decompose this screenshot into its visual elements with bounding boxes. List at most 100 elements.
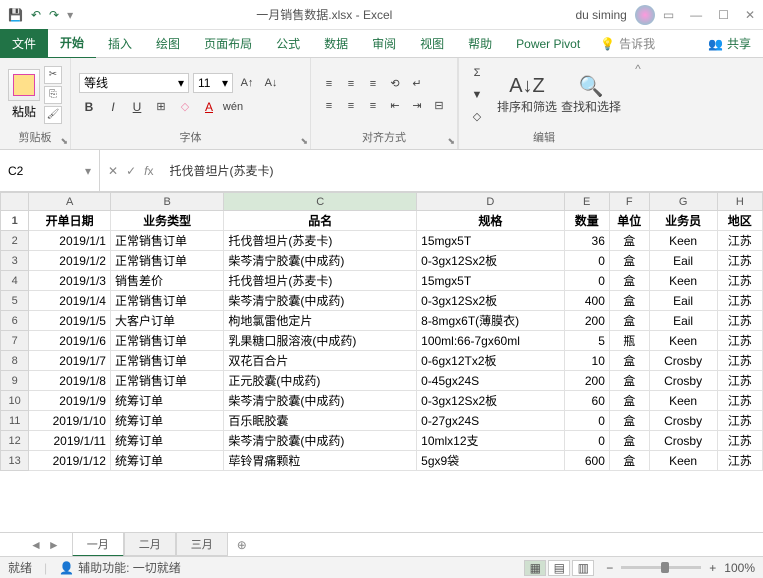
row-header[interactable]: 9 bbox=[1, 371, 29, 391]
tab-draw[interactable]: 绘图 bbox=[144, 29, 192, 58]
cell[interactable]: 15mgx5T bbox=[417, 271, 564, 291]
sheet-tab-feb[interactable]: 二月 bbox=[124, 533, 176, 556]
cell[interactable]: 规格 bbox=[417, 211, 564, 231]
row-header[interactable]: 6 bbox=[1, 311, 29, 331]
cell[interactable]: 业务员 bbox=[649, 211, 717, 231]
cell[interactable]: 2019/1/11 bbox=[29, 431, 111, 451]
row-header[interactable]: 4 bbox=[1, 271, 29, 291]
cell[interactable]: 开单日期 bbox=[29, 211, 111, 231]
cell[interactable]: 8-8mgx6T(薄膜衣) bbox=[417, 311, 564, 331]
cell[interactable]: 0 bbox=[564, 411, 609, 431]
cell[interactable]: Crosby bbox=[649, 351, 717, 371]
row-header[interactable]: 1 bbox=[1, 211, 29, 231]
zoom-level[interactable]: 100% bbox=[724, 561, 755, 575]
cell[interactable]: 江苏 bbox=[717, 231, 762, 251]
tab-insert[interactable]: 插入 bbox=[96, 29, 144, 58]
col-header[interactable]: G bbox=[649, 193, 717, 211]
cell[interactable]: 百乐眠胶囊 bbox=[224, 411, 417, 431]
phonetic-button[interactable]: wén bbox=[223, 97, 243, 117]
cell[interactable]: 柴芩清宁胶囊(中成药) bbox=[224, 291, 417, 311]
dialog-launcher-icon[interactable]: ⬊ bbox=[447, 136, 455, 147]
align-left-icon[interactable]: ≡ bbox=[319, 96, 339, 116]
share-label[interactable]: 共享 bbox=[727, 35, 751, 52]
cell[interactable]: 5 bbox=[564, 331, 609, 351]
tab-powerpivot[interactable]: Power Pivot bbox=[504, 31, 592, 57]
cell[interactable]: 大客户订单 bbox=[110, 311, 223, 331]
wrap-text-icon[interactable]: ↵ bbox=[407, 74, 427, 94]
cell[interactable]: Eail bbox=[649, 311, 717, 331]
cell[interactable]: 5gx9袋 bbox=[417, 451, 564, 471]
cell[interactable]: 正常销售订单 bbox=[110, 331, 223, 351]
row-header[interactable]: 2 bbox=[1, 231, 29, 251]
cell[interactable]: 盒 bbox=[609, 431, 649, 451]
row-header[interactable]: 7 bbox=[1, 331, 29, 351]
cell[interactable]: 品名 bbox=[224, 211, 417, 231]
col-header[interactable]: B bbox=[110, 193, 223, 211]
fill-icon[interactable]: ▼ bbox=[467, 85, 487, 105]
cell[interactable]: 2019/1/10 bbox=[29, 411, 111, 431]
align-right-icon[interactable]: ≡ bbox=[363, 96, 383, 116]
cell[interactable]: 2019/1/6 bbox=[29, 331, 111, 351]
cell[interactable]: 盒 bbox=[609, 451, 649, 471]
font-color-button[interactable]: A bbox=[199, 97, 219, 117]
cell[interactable]: 江苏 bbox=[717, 411, 762, 431]
cell[interactable]: 10mlx12支 bbox=[417, 431, 564, 451]
enter-formula-icon[interactable]: ✓ bbox=[126, 164, 136, 178]
row-header[interactable]: 11 bbox=[1, 411, 29, 431]
cell[interactable]: 0-45gx24S bbox=[417, 371, 564, 391]
increase-indent-icon[interactable]: ⇥ bbox=[407, 96, 427, 116]
cell[interactable]: 柴芩清宁胶囊(中成药) bbox=[224, 391, 417, 411]
col-header[interactable]: A bbox=[29, 193, 111, 211]
select-all[interactable] bbox=[1, 193, 29, 211]
tellme-label[interactable]: 告诉我 bbox=[619, 35, 655, 52]
font-name-combo[interactable]: 等线▾ bbox=[79, 73, 189, 93]
cell[interactable]: 盒 bbox=[609, 271, 649, 291]
zoom-out-icon[interactable]: − bbox=[606, 561, 613, 575]
paste-button[interactable]: 粘贴 bbox=[8, 69, 40, 120]
tab-file[interactable]: 文件 bbox=[0, 29, 48, 58]
cell[interactable]: 15mgx5T bbox=[417, 231, 564, 251]
font-size-combo[interactable]: 11▾ bbox=[193, 73, 233, 93]
accessibility-icon[interactable]: 👤 bbox=[59, 561, 74, 575]
fx-icon[interactable]: fx bbox=[144, 164, 153, 178]
cell[interactable]: 江苏 bbox=[717, 451, 762, 471]
sort-filter-button[interactable]: A↓Z 排序和筛选 bbox=[497, 74, 557, 115]
align-bottom-icon[interactable]: ≡ bbox=[363, 74, 383, 94]
name-box[interactable]: C2▾ bbox=[0, 150, 100, 191]
clear-icon[interactable]: ◇ bbox=[467, 107, 487, 127]
collapse-ribbon-icon[interactable]: ^ bbox=[629, 58, 647, 149]
tab-layout[interactable]: 页面布局 bbox=[192, 29, 264, 58]
sheet-tab-jan[interactable]: 一月 bbox=[72, 533, 124, 557]
cell[interactable]: 盒 bbox=[609, 351, 649, 371]
format-painter-icon[interactable]: 🖌 bbox=[44, 106, 62, 124]
decrease-font-icon[interactable]: A↓ bbox=[261, 73, 281, 93]
redo-icon[interactable]: ↷ bbox=[49, 8, 59, 22]
cell[interactable]: 江苏 bbox=[717, 371, 762, 391]
cell[interactable]: 双花百合片 bbox=[224, 351, 417, 371]
cell[interactable]: 正常销售订单 bbox=[110, 371, 223, 391]
cell[interactable]: 盒 bbox=[609, 311, 649, 331]
save-icon[interactable]: 💾 bbox=[8, 8, 23, 22]
cell[interactable]: 2019/1/2 bbox=[29, 251, 111, 271]
cell[interactable]: 200 bbox=[564, 311, 609, 331]
close-icon[interactable]: ✕ bbox=[745, 8, 755, 22]
align-top-icon[interactable]: ≡ bbox=[319, 74, 339, 94]
cell[interactable]: 盒 bbox=[609, 391, 649, 411]
cell[interactable]: Keen bbox=[649, 391, 717, 411]
bold-button[interactable]: B bbox=[79, 97, 99, 117]
cell[interactable]: 统筹订单 bbox=[110, 411, 223, 431]
cell[interactable]: 正常销售订单 bbox=[110, 291, 223, 311]
col-header[interactable]: H bbox=[717, 193, 762, 211]
cell[interactable]: 业务类型 bbox=[110, 211, 223, 231]
col-header[interactable]: F bbox=[609, 193, 649, 211]
cell[interactable]: 销售差价 bbox=[110, 271, 223, 291]
cell[interactable]: 枸地氯雷他定片 bbox=[224, 311, 417, 331]
tab-data[interactable]: 数据 bbox=[312, 29, 360, 58]
cell[interactable]: 2019/1/3 bbox=[29, 271, 111, 291]
undo-icon[interactable]: ↶ bbox=[31, 8, 41, 22]
cell[interactable]: 0 bbox=[564, 251, 609, 271]
cell[interactable]: 2019/1/7 bbox=[29, 351, 111, 371]
find-select-button[interactable]: 🔍 查找和选择 bbox=[561, 74, 621, 115]
fill-color-button[interactable]: ◇ bbox=[175, 97, 195, 117]
cell[interactable]: 400 bbox=[564, 291, 609, 311]
